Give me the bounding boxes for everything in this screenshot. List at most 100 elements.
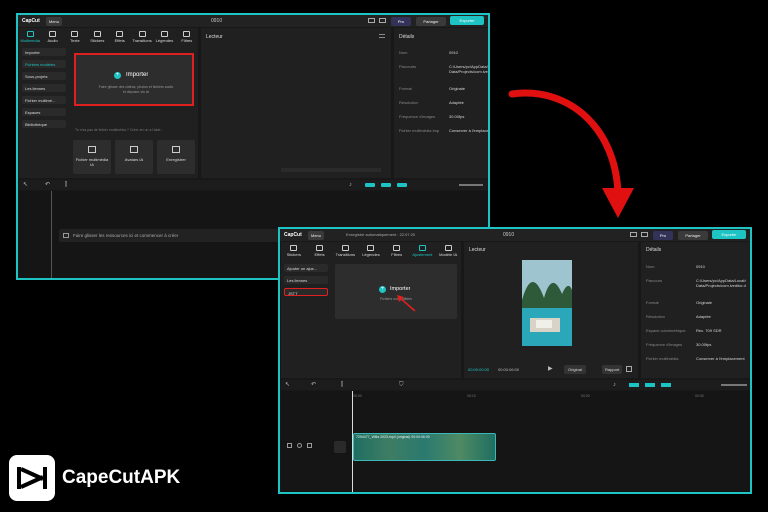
create-cards: Fichier multimédia IA Avatars IA Enregistr…: [73, 140, 197, 176]
details-list: Nom 0910 Parcoutrs C:/Users/pc/AppData/Loca…: [394, 50, 488, 160]
tab-label: Stickers: [286, 252, 301, 257]
details-title: Détails: [399, 34, 415, 40]
create-card[interactable]: Fichier multimédia IA: [73, 140, 111, 174]
detail-key: Fichier multimédia: [646, 356, 679, 361]
sidebar-item[interactable]: Fichiers modèles: [22, 60, 66, 68]
detail-key: Parcours: [646, 278, 663, 283]
video-clip[interactable]: 7294477_Willa 2023.mp4 (original) 00:00:…: [353, 433, 496, 461]
cover-edit-button[interactable]: [334, 441, 346, 453]
mic-icon[interactable]: ♪: [613, 382, 616, 388]
capcut-window-after: CapCut Menu Enregistré automatiquement :…: [278, 227, 752, 494]
import-title: Importer: [126, 72, 149, 78]
zoom-slider[interactable]: [721, 384, 747, 386]
sidebar-item[interactable]: Ajouter un ajus...: [284, 264, 328, 272]
ratio-button[interactable]: Original: [564, 365, 586, 374]
link-toggle[interactable]: [381, 183, 391, 187]
detail-key: Résolution: [646, 314, 665, 319]
tab-label: Transitions: [335, 252, 355, 257]
sidebar-item[interactable]: Fichier multimé...: [22, 96, 66, 104]
tab-label: Effets: [114, 38, 125, 43]
menu-button[interactable]: Menu: [308, 231, 325, 240]
create-card[interactable]: Enregistrer: [157, 140, 195, 174]
sidebar-item[interactable]: Les liennes: [22, 84, 66, 92]
player-controls: [281, 168, 381, 172]
player-menu-icon[interactable]: [379, 34, 385, 38]
share-button[interactable]: Partager: [416, 17, 446, 26]
magnet-toggle[interactable]: [629, 383, 639, 387]
select-tool-icon[interactable]: ↖: [23, 182, 28, 188]
tab-4[interactable]: Effets: [109, 31, 131, 43]
tab-label: Texte: [70, 38, 80, 43]
sidebar-item[interactable]: Espaces: [22, 108, 66, 116]
import-plus-icon: +: [114, 72, 121, 79]
select-tool-icon[interactable]: ↖: [285, 382, 290, 388]
shield-icon[interactable]: ⛉: [399, 382, 404, 388]
pro-button[interactable]: Pro: [653, 231, 673, 240]
export-button[interactable]: Exporter: [712, 230, 746, 239]
magnet-toggle[interactable]: [365, 183, 375, 187]
track-audio-icon[interactable]: [307, 443, 312, 448]
tab-icon: [26, 31, 34, 37]
link-toggle[interactable]: [645, 383, 655, 387]
share-button[interactable]: Partager: [678, 231, 708, 240]
no-media-hint: Tu n'as pas de fichier multimédia ? Crée…: [75, 128, 164, 132]
sidebar-item[interactable]: Importer: [22, 48, 66, 56]
tab-7[interactable]: Filtres: [176, 31, 198, 43]
tab-3[interactable]: Légendes: [358, 245, 384, 257]
play-icon[interactable]: ▶: [548, 366, 553, 372]
ruler-tick: 00:30: [695, 394, 704, 398]
quality-button[interactable]: Rapport: [602, 365, 622, 374]
tab-2[interactable]: Texte: [64, 31, 86, 43]
mic-icon[interactable]: ♪: [349, 182, 352, 188]
tab-5[interactable]: Transitions: [131, 31, 153, 43]
media-icon: [63, 233, 69, 238]
detail-value: 30.00fps: [696, 342, 712, 347]
split-icon[interactable]: ⫿: [341, 382, 343, 388]
layout-icon[interactable]: [368, 18, 375, 23]
sidebar-item[interactable]: JSTT: [284, 288, 328, 296]
export-button[interactable]: Exporter: [450, 16, 484, 25]
create-card[interactable]: Avatars IA: [115, 140, 153, 174]
card-label: Fichier multimédia IA: [75, 157, 109, 167]
undo-icon[interactable]: ↶: [311, 382, 316, 388]
import-dropzone[interactable]: + Importer Fichiers compatibles: [335, 264, 457, 319]
playhead[interactable]: [51, 191, 52, 278]
fullscreen-icon[interactable]: [626, 366, 632, 372]
shortcuts-icon[interactable]: [641, 232, 648, 237]
track-lock-icon[interactable]: [287, 443, 292, 448]
tab-label: Légendes: [362, 252, 380, 257]
zoom-slider[interactable]: [459, 184, 483, 186]
tab-1[interactable]: Audio: [41, 31, 63, 43]
tab-6[interactable]: Modèle IA: [435, 245, 461, 257]
tab-5[interactable]: Ajustement: [410, 245, 436, 257]
tab-4[interactable]: Filtres: [384, 245, 410, 257]
preview-toggle[interactable]: [661, 383, 671, 387]
tab-2[interactable]: Transitions: [332, 245, 358, 257]
tab-1[interactable]: Effets: [307, 245, 333, 257]
detail-key: Parcoutrs: [399, 64, 417, 69]
tab-3[interactable]: Stickers: [86, 31, 108, 43]
sidebar-item[interactable]: Les liennes: [284, 276, 328, 284]
tab-0[interactable]: Multimédia: [19, 31, 41, 43]
tab-icon: [290, 245, 298, 251]
pro-button[interactable]: Pro: [391, 17, 411, 26]
shortcuts-icon[interactable]: [379, 18, 386, 23]
capcut-logo-icon: [17, 467, 47, 489]
sidebar-item[interactable]: Bibliothèque: [22, 120, 66, 128]
track-visibility-icon[interactable]: [297, 443, 302, 448]
player-title: Lecteur: [469, 247, 486, 253]
tab-icon: [367, 245, 375, 251]
details-panel: Détails Nom 0910 Parcours C:/Users/pc/AppDa…: [641, 242, 750, 378]
tab-0[interactable]: Stickers: [281, 245, 307, 257]
menu-button[interactable]: Menu: [46, 17, 63, 26]
timeline-toolbar: ↖ ↶ ⫿ ♪: [19, 180, 488, 190]
split-icon[interactable]: ⫿: [65, 182, 67, 188]
layout-icon[interactable]: [630, 232, 637, 237]
undo-icon[interactable]: ↶: [45, 182, 50, 188]
sidebar-item[interactable]: Sous-projets: [22, 72, 66, 80]
preview-toggle[interactable]: [397, 183, 407, 187]
tab-icon: [116, 31, 124, 37]
details-list: Nom 0910 Parcours C:/Users/pc/AppData/Local…: [641, 264, 750, 374]
import-dropzone[interactable]: + Importer Faire glisser des vidéos, pho…: [74, 53, 194, 106]
tab-6[interactable]: Légendes: [153, 31, 175, 43]
